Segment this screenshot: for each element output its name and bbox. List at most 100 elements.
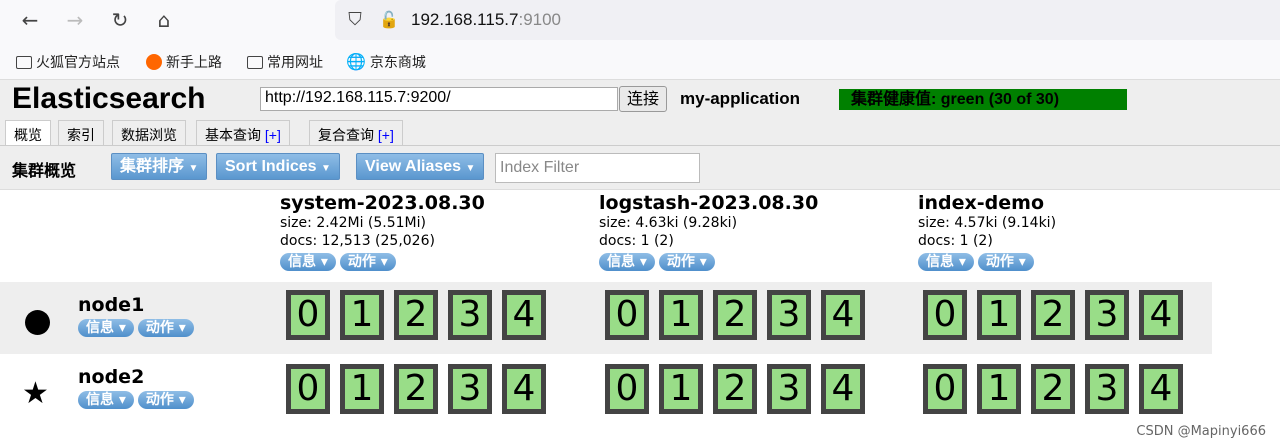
home-icon[interactable]: ⌂	[152, 8, 176, 32]
caret-down-icon: ▼	[188, 163, 199, 174]
bookmark-label: 常用网址	[267, 54, 323, 70]
dropdown-label: View Aliases	[365, 158, 462, 175]
folder-icon	[247, 55, 263, 69]
bookmark-item[interactable]: 新手上路	[146, 52, 222, 72]
tab-indices[interactable]: 索引	[58, 120, 104, 146]
shard-box[interactable]: 0	[605, 290, 649, 340]
shard-box[interactable]: 1	[340, 364, 384, 414]
node-name: node2	[78, 366, 145, 388]
node-info-button[interactable]: 信息 ▾	[78, 319, 134, 337]
shard-box[interactable]: 4	[821, 290, 865, 340]
index-action-button[interactable]: 动作 ▾	[339, 253, 396, 271]
cluster-health-badge: 集群健康值: green (30 of 30)	[839, 89, 1127, 110]
shard-box[interactable]: 4	[821, 364, 865, 414]
index-action-button[interactable]: 动作 ▾	[977, 253, 1034, 271]
node-row: node1 信息 ▾ 动作 ▾ 012340123401234	[0, 282, 1212, 354]
shard-box[interactable]: 3	[1085, 364, 1129, 414]
bookmark-folder[interactable]: 常用网址	[247, 52, 323, 72]
shard-box[interactable]: 0	[286, 290, 330, 340]
shard-box[interactable]: 4	[1139, 290, 1183, 340]
index-size: size: 4.63ki (9.28ki)	[599, 215, 738, 231]
shard-box[interactable]: 1	[659, 290, 703, 340]
back-icon[interactable]: ←	[18, 8, 42, 32]
shard-box[interactable]: 1	[977, 290, 1021, 340]
shard-box[interactable]: 0	[923, 290, 967, 340]
node-info: node1 信息 ▾ 动作 ▾	[78, 294, 198, 337]
url-text[interactable]: 192.168.115.7:9100	[411, 10, 561, 30]
shard-box[interactable]: 3	[767, 364, 811, 414]
index-info-button[interactable]: 信息 ▾	[599, 253, 655, 271]
shard-box[interactable]: 2	[713, 290, 757, 340]
index-info-button[interactable]: 信息 ▾	[280, 253, 336, 271]
forward-icon[interactable]: →	[63, 8, 87, 32]
node-action-button[interactable]: 动作 ▾	[137, 319, 194, 337]
node-action-button[interactable]: 动作 ▾	[137, 391, 194, 409]
shard-box[interactable]: 3	[448, 364, 492, 414]
tab-label: 数据浏览	[121, 127, 177, 143]
node-name: node1	[78, 294, 145, 316]
bookmark-label: 新手上路	[166, 54, 222, 70]
index-docs: docs: 1 (2)	[599, 233, 674, 249]
index-header: logstash-2023.08.30 size: 4.63ki (9.28ki…	[599, 192, 818, 271]
shard-box[interactable]: 1	[977, 364, 1021, 414]
bookmark-label: 火狐官方站点	[36, 54, 120, 70]
shard-box[interactable]: 0	[605, 364, 649, 414]
shard-box[interactable]: 3	[767, 290, 811, 340]
index-size: size: 2.42Mi (5.51Mi)	[280, 215, 426, 231]
reload-icon[interactable]: ↻	[108, 8, 132, 32]
bookmark-item[interactable]: 🌐 京东商城	[346, 52, 426, 72]
sort-indices-dropdown[interactable]: Sort Indices ▼	[216, 153, 340, 180]
shard-box[interactable]: 2	[394, 364, 438, 414]
node-info: node2 信息 ▾ 动作 ▾	[78, 366, 198, 409]
shard-box[interactable]: 0	[286, 364, 330, 414]
cluster-name: my-application	[680, 89, 800, 108]
node-info-button[interactable]: 信息 ▾	[78, 391, 134, 409]
index-name: index-demo	[918, 192, 1045, 214]
bookmark-folder[interactable]: 火狐官方站点	[16, 52, 120, 72]
shard-box[interactable]: 0	[923, 364, 967, 414]
tab-label: 基本查询	[205, 127, 261, 143]
shard-box[interactable]: 4	[1139, 364, 1183, 414]
shard-box[interactable]: 4	[502, 290, 546, 340]
shard-box[interactable]: 2	[713, 364, 757, 414]
dropdown-label: Sort Indices	[225, 158, 317, 175]
shard-box[interactable]: 2	[1031, 364, 1075, 414]
shard-box[interactable]: 1	[659, 364, 703, 414]
tab-plus: [+]	[264, 127, 281, 143]
shard-box[interactable]: 4	[502, 364, 546, 414]
master-node-circle-icon	[25, 310, 50, 335]
tab-overview[interactable]: 概览	[5, 120, 51, 147]
tab-compound-query[interactable]: 复合查询 [+]	[309, 120, 403, 146]
view-aliases-dropdown[interactable]: View Aliases ▼	[356, 153, 485, 180]
url-host: 192.168.115.7	[411, 10, 519, 29]
connect-button[interactable]: 连接	[619, 86, 667, 112]
shield-icon[interactable]: ⛉	[343, 8, 367, 32]
shard-box[interactable]: 2	[1031, 290, 1075, 340]
index-info-button[interactable]: 信息 ▾	[918, 253, 974, 271]
tab-basic-query[interactable]: 基本查询 [+]	[196, 120, 290, 146]
index-name: logstash-2023.08.30	[599, 192, 819, 214]
firefox-icon	[146, 54, 162, 70]
node-star-icon: ★	[22, 376, 49, 411]
shard-box[interactable]: 3	[448, 290, 492, 340]
sort-cluster-dropdown[interactable]: 集群排序 ▼	[111, 153, 208, 180]
index-name: system-2023.08.30	[280, 192, 485, 214]
index-header: index-demo size: 4.57ki (9.14ki) docs: 1…	[918, 192, 1056, 271]
tab-label: 概览	[14, 127, 42, 143]
app-title: Elasticsearch	[12, 82, 206, 115]
index-header: system-2023.08.30 size: 2.42Mi (5.51Mi) …	[280, 192, 485, 271]
tab-label: 复合查询	[318, 127, 374, 143]
insecure-lock-icon[interactable]: 🔓	[377, 8, 401, 32]
connect-url-input[interactable]: http://192.168.115.7:9200/	[260, 87, 618, 111]
shard-box[interactable]: 1	[340, 290, 384, 340]
index-action-button[interactable]: 动作 ▾	[658, 253, 715, 271]
overview-title: 集群概览	[12, 161, 77, 180]
url-port: :9100	[518, 10, 562, 29]
shard-box[interactable]: 3	[1085, 290, 1129, 340]
index-filter-input[interactable]: Index Filter	[495, 153, 700, 183]
shard-box[interactable]: 2	[394, 290, 438, 340]
globe-icon: 🌐	[346, 54, 366, 71]
index-docs: docs: 1 (2)	[918, 233, 993, 249]
tab-label: 索引	[67, 127, 95, 143]
tab-browser[interactable]: 数据浏览	[112, 120, 186, 146]
